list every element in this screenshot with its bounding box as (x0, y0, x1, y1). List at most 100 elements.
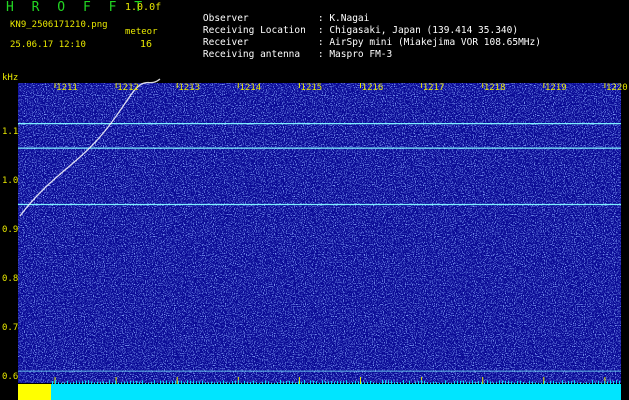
strip-spike (262, 381, 263, 384)
strip-spike (511, 381, 512, 384)
strip-spike (313, 380, 314, 384)
strip-spike (490, 381, 491, 384)
strip-spike (571, 381, 572, 384)
strip-spike (274, 382, 275, 384)
strip-spike (340, 381, 341, 384)
strip-spike (103, 381, 104, 384)
strip-spike (373, 382, 374, 384)
strip-spike (97, 381, 98, 384)
strip-spike (148, 382, 149, 384)
strip-spike (220, 381, 221, 384)
strip-spike (73, 382, 74, 384)
time-tick-label: 1218 (484, 83, 506, 93)
strip-spike (142, 380, 143, 384)
freq-tick-label: 0.8 (2, 274, 18, 284)
strip-spike (190, 380, 191, 384)
strip-spike (445, 380, 446, 384)
strip-spike (58, 382, 59, 384)
strip-spike (91, 381, 92, 384)
strip-spike (613, 380, 614, 384)
strip-spike (331, 381, 332, 384)
strip-spike (409, 380, 410, 384)
strip-spike (370, 380, 371, 384)
strip-spike (301, 381, 302, 384)
strip-spike (130, 381, 131, 384)
strip-spike (424, 380, 425, 384)
freq-tick-label: 1.1 (2, 127, 18, 137)
strip-spike (499, 380, 500, 384)
strip-spike (589, 382, 590, 384)
strip-spike (547, 382, 548, 384)
time-tick-label: 1213 (178, 83, 200, 93)
strip-spike (208, 382, 209, 384)
freq-tick-label: 0.7 (2, 323, 18, 333)
time-tick-label: 1212 (117, 83, 139, 93)
strip-spike (460, 380, 461, 384)
strip-spike (61, 382, 62, 384)
strip-spike (307, 382, 308, 384)
strip-spike (397, 381, 398, 384)
strip-spike (583, 382, 584, 384)
strip-spike (169, 381, 170, 384)
strip-spike (463, 380, 464, 384)
strip-spike (52, 381, 53, 384)
strip-spike (178, 381, 179, 384)
strip-spike (181, 380, 182, 384)
strip-spike (277, 382, 278, 384)
strip-spike (433, 381, 434, 384)
strip-spike (241, 382, 242, 384)
strip-spike (157, 382, 158, 384)
strip-spike (580, 382, 581, 384)
strip-spike (595, 382, 596, 384)
strip-spike (310, 380, 311, 384)
strip-spike (298, 381, 299, 384)
strip-spike (526, 382, 527, 384)
strip-spike (562, 380, 563, 384)
strip-spike (430, 382, 431, 384)
strip-spike (145, 382, 146, 384)
meteor-count: 16 (140, 39, 153, 50)
strip-spike (502, 380, 503, 384)
strip-spike (382, 380, 383, 384)
strip-spike (136, 380, 137, 384)
strip-spike (112, 382, 113, 384)
strip-spike (454, 381, 455, 384)
strip-spike (385, 380, 386, 384)
strip-spike (163, 381, 164, 384)
strip-spike (574, 380, 575, 384)
strip-spike (451, 382, 452, 384)
activity-strip-marker (18, 384, 51, 400)
strip-spike (358, 381, 359, 384)
strip-spike (514, 382, 515, 384)
strip-spike (403, 380, 404, 384)
strip-spike (559, 382, 560, 384)
strip-spike (493, 382, 494, 384)
strip-spike (82, 381, 83, 384)
activity-strip (18, 384, 621, 400)
strip-spike (217, 381, 218, 384)
info-antenna: Receiving antenna: Maspro FM-3 (180, 40, 392, 69)
strip-spike (229, 382, 230, 384)
strip-spike (346, 380, 347, 384)
strip-spike (391, 380, 392, 384)
strip-spike (238, 380, 239, 384)
strip-spike (172, 380, 173, 384)
strip-spike (508, 380, 509, 384)
strip-spike (322, 380, 323, 384)
strip-spike (538, 382, 539, 384)
strip-spike (598, 380, 599, 384)
strip-spike (175, 380, 176, 384)
strip-spike (259, 382, 260, 384)
strip-spike (67, 380, 68, 384)
strip-spike (601, 382, 602, 384)
strip-spike (211, 381, 212, 384)
time-tick-label: 1215 (301, 83, 323, 93)
strip-spike (88, 380, 89, 384)
strip-spike (400, 382, 401, 384)
strip-spike (352, 381, 353, 384)
strip-spike (76, 380, 77, 384)
strip-spike (388, 380, 389, 384)
strip-spike (466, 381, 467, 384)
capture-filename: KN9_2506171210.png (10, 20, 108, 30)
strip-spike (166, 380, 167, 384)
